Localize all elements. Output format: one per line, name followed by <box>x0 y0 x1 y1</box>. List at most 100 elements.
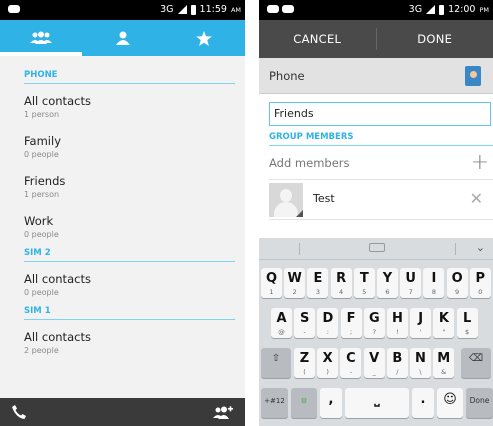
plus-icon[interactable]: + <box>471 150 489 175</box>
add-members-placeholder: Add members <box>269 156 350 170</box>
group-item-all-contacts-sim2[interactable]: All contacts 0 people <box>24 262 235 302</box>
cancel-button[interactable]: CANCEL <box>259 20 376 58</box>
chevron-down-icon[interactable]: ⌄ <box>476 241 485 254</box>
keyboard-icon[interactable] <box>369 243 385 252</box>
key-s[interactable]: S- <box>294 308 316 338</box>
group-name: All contacts <box>24 272 91 286</box>
symbols-key[interactable]: +#12 <box>261 388 288 418</box>
key-y[interactable]: Y6 <box>377 268 398 298</box>
groups-icon <box>29 31 52 44</box>
key-secondary: 4 <box>339 288 344 296</box>
key-k[interactable]: K " <box>433 308 455 338</box>
tab-contacts[interactable] <box>82 20 164 56</box>
key-c[interactable]: C- <box>340 348 362 378</box>
comma-key[interactable]: , <box>320 388 342 418</box>
group-item-work[interactable]: Work 0 people <box>24 204 235 244</box>
group-item-all-contacts-sim1[interactable]: All contacts 2 people <box>24 320 235 360</box>
key-secondary: ; <box>349 328 353 336</box>
phone-icon[interactable] <box>12 404 26 423</box>
key-o[interactable]: O9 <box>446 268 468 298</box>
keyboard-done-key[interactable]: Done <box>466 388 493 418</box>
key-d[interactable]: D: <box>317 308 339 338</box>
key-secondary: 8 <box>431 288 436 296</box>
battery-icon <box>190 4 196 15</box>
key-l[interactable]: L $ <box>456 308 478 338</box>
key-letter: W <box>287 271 302 286</box>
backspace-key[interactable]: ⌫ <box>461 348 491 378</box>
key-letter: O <box>451 271 463 286</box>
key-letter: U <box>405 271 416 286</box>
key-secondary: ) <box>326 368 329 376</box>
group-list: PHONE All contacts 1 person Family 0 peo… <box>0 56 245 360</box>
key-letter: V <box>369 351 380 366</box>
keyboard-row-4: +#12 ⚙ , ⎵ . ☺ Done <box>259 388 493 421</box>
group-item-all-contacts-phone[interactable]: All contacts 1 person <box>24 84 235 124</box>
keyboard-suggestion-bar: ⌄ <box>259 238 493 260</box>
notification-icon <box>8 5 20 16</box>
edit-action-bar: CANCEL DONE <box>259 20 493 58</box>
key-e[interactable]: E3 <box>307 268 329 298</box>
key-h[interactable]: H! <box>387 308 408 338</box>
key-u[interactable]: U7 <box>400 268 422 298</box>
key-n[interactable]: N \ <box>410 348 431 378</box>
key-j[interactable]: J ' <box>410 308 432 338</box>
group-name: Work <box>24 214 54 228</box>
key-letter: I <box>431 271 437 286</box>
key-m[interactable]: M & <box>433 348 455 378</box>
add-members-field[interactable]: Add members + <box>269 146 493 180</box>
key-secondary: 3 <box>315 288 320 296</box>
group-name-input[interactable]: Friends <box>269 102 491 126</box>
key-b[interactable]: B / <box>386 348 408 378</box>
key-g[interactable]: G? <box>363 308 385 338</box>
key-w[interactable]: W2 <box>284 268 306 298</box>
key-letter: E <box>313 271 323 286</box>
period-key[interactable]: . <box>412 388 434 418</box>
key-t[interactable]: T5 <box>353 268 375 298</box>
group-item-family[interactable]: Family 0 people <box>24 124 235 164</box>
emoji-key[interactable]: ☺ <box>437 388 463 418</box>
tab-groups[interactable] <box>0 20 82 56</box>
account-selector[interactable]: Phone <box>259 58 493 94</box>
key-secondary: 1 <box>269 288 274 296</box>
key-letter: N <box>415 351 426 366</box>
status-bar: 3G 11:59 AM <box>0 0 245 20</box>
key-secondary: 5 <box>362 288 367 296</box>
key-letter: Y <box>382 271 393 286</box>
member-row: Test ✕ <box>269 180 493 220</box>
key-r[interactable]: R4 <box>330 268 352 298</box>
key-letter: Z <box>299 351 310 366</box>
key-x[interactable]: X) <box>317 348 339 378</box>
done-button[interactable]: DONE <box>377 20 493 58</box>
settings-key[interactable]: ⚙ <box>291 388 317 418</box>
key-letter: L <box>462 311 472 326</box>
group-name: All contacts <box>24 330 91 344</box>
key-p[interactable]: P0 <box>469 268 491 298</box>
key-a[interactable]: A @ <box>271 308 292 338</box>
space-key[interactable]: ⎵ <box>345 388 409 418</box>
key-v[interactable]: V _ <box>363 348 385 378</box>
key-f[interactable]: F; <box>340 308 362 338</box>
key-secondary: @ <box>278 328 285 336</box>
section-header: PHONE <box>24 56 235 84</box>
key-secondary: - <box>349 368 353 376</box>
key-letter: P <box>475 271 486 286</box>
key-q[interactable]: Q1 <box>261 268 282 298</box>
status-ampm: AM <box>230 5 241 14</box>
account-label: Phone <box>269 69 305 83</box>
group-count: 1 person <box>24 110 60 119</box>
key-z[interactable]: Z( <box>294 348 315 378</box>
shift-key[interactable]: ⇧ <box>261 348 291 378</box>
key-secondary: 2 <box>292 288 297 296</box>
tab-favorites[interactable] <box>163 20 245 56</box>
key-secondary: _ <box>372 368 376 376</box>
add-group-icon[interactable] <box>213 405 233 424</box>
group-count: 2 people <box>24 346 59 355</box>
group-count: 0 people <box>24 230 59 239</box>
key-secondary: ( <box>303 368 306 376</box>
key-secondary: : <box>326 328 329 336</box>
key-i[interactable]: I8 <box>423 268 445 298</box>
remove-member-icon[interactable]: ✕ <box>470 189 483 208</box>
key-secondary: 6 <box>385 288 390 296</box>
group-item-friends[interactable]: Friends 1 person <box>24 164 235 204</box>
key-secondary: 7 <box>408 288 413 296</box>
